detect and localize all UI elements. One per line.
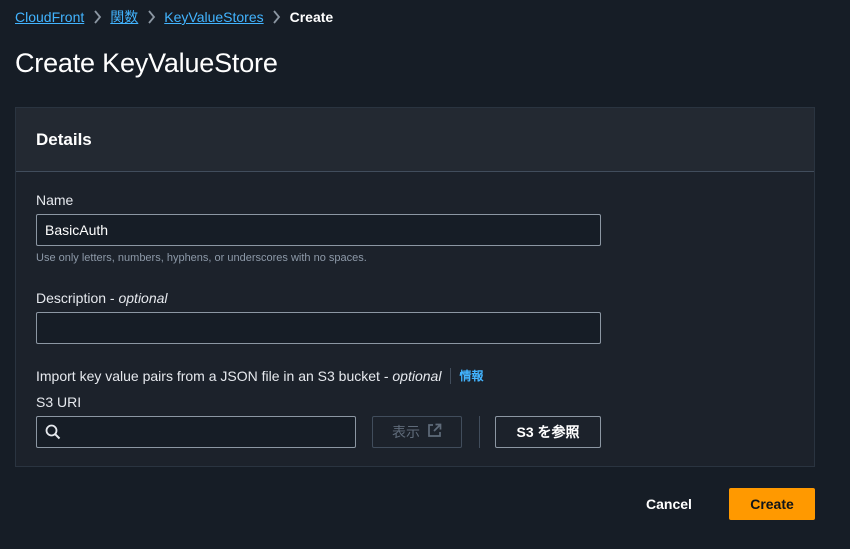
external-link-icon — [427, 423, 442, 441]
import-optional: optional — [392, 367, 442, 384]
description-optional: optional — [118, 290, 168, 306]
info-link[interactable]: 情報 — [459, 367, 483, 384]
button-divider — [479, 416, 480, 448]
breadcrumb-functions[interactable]: 関数 — [110, 7, 138, 27]
cancel-button[interactable]: Cancel — [630, 488, 708, 520]
chevron-right-icon — [84, 10, 110, 24]
breadcrumb-keyvaluestores[interactable]: KeyValueStores — [164, 9, 263, 25]
create-button[interactable]: Create — [729, 488, 815, 520]
breadcrumb-cloudfront[interactable]: CloudFront — [15, 9, 84, 25]
view-button[interactable]: 表示 — [372, 416, 462, 448]
import-label: Import key value pairs from a JSON file … — [36, 367, 380, 384]
description-label-text: Description — [36, 290, 107, 306]
chevron-right-icon — [264, 10, 290, 24]
s3-uri-search[interactable] — [36, 416, 356, 448]
browse-s3-button[interactable]: S3 を参照 — [495, 416, 601, 448]
chevron-right-icon — [138, 10, 164, 24]
details-panel: Details Name Use only letters, numbers, … — [15, 107, 815, 467]
breadcrumb: CloudFront 関数 KeyValueStores Create — [15, 7, 333, 27]
s3-uri-label: S3 URI — [36, 394, 82, 410]
panel-header: Details — [16, 108, 814, 172]
description-label: Description - optional — [36, 290, 168, 306]
import-label-row: Import key value pairs from a JSON file … — [36, 367, 483, 384]
import-label-dash: - — [379, 367, 393, 384]
name-hint: Use only letters, numbers, hyphens, or u… — [36, 252, 367, 264]
page-title: Create KeyValueStore — [15, 48, 278, 78]
view-button-label: 表示 — [392, 424, 420, 440]
search-icon — [45, 424, 61, 445]
name-input[interactable] — [36, 214, 601, 246]
breadcrumb-current: Create — [289, 9, 334, 25]
name-label: Name — [36, 192, 74, 208]
info-divider — [450, 367, 452, 384]
panel-title: Details — [36, 129, 92, 149]
description-input[interactable] — [36, 312, 601, 344]
s3-uri-input[interactable] — [65, 417, 353, 447]
